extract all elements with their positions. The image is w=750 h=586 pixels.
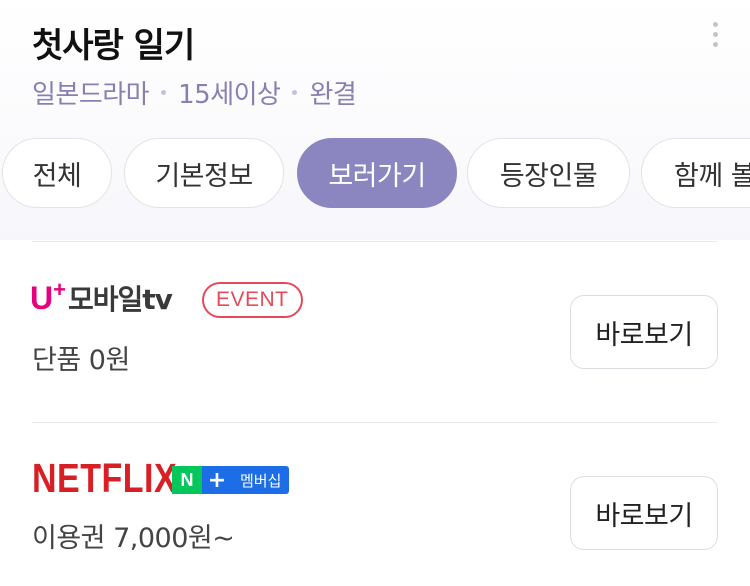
- tab-bar: 전체 기본정보 보러가기 등장인물 함께 볼: [0, 138, 750, 210]
- uplus-logo-name: 모바일tv: [67, 283, 173, 316]
- uplus-logo-letter: U: [30, 280, 54, 316]
- more-options-icon[interactable]: [704, 22, 726, 58]
- divider: [32, 241, 718, 242]
- event-badge: EVENT: [202, 282, 303, 318]
- divider: [32, 422, 718, 423]
- netflix-price: 이용권 7,000원~: [32, 523, 235, 554]
- netflix-watch-button[interactable]: 바로보기: [570, 476, 718, 550]
- naver-plus-membership-badge: N + 멤버십: [172, 466, 290, 494]
- uplus-mobiletv-logo: U + 모바일tv: [30, 277, 173, 318]
- status-label: 완결: [309, 80, 357, 110]
- drama-meta: 일본드라마 15세이상 완결: [32, 74, 357, 111]
- separator-dot: [292, 90, 298, 95]
- tab-watch[interactable]: 보러가기: [297, 138, 457, 208]
- netflix-logo: NETFLIX: [32, 456, 178, 502]
- header: 첫사랑 일기 일본드라마 15세이상 완결 전체 기본정보 보러가기 등장인물 …: [0, 0, 750, 240]
- plus-icon: +: [202, 466, 232, 494]
- uplus-logo-plus: +: [53, 277, 66, 302]
- genre-label: 일본드라마: [32, 80, 150, 110]
- naver-n-icon: N: [172, 466, 202, 494]
- membership-label: 멤버십: [232, 466, 290, 494]
- page-title: 첫사랑 일기: [32, 26, 195, 66]
- separator-dot: [161, 90, 167, 95]
- tab-all[interactable]: 전체: [2, 138, 112, 208]
- tab-cast[interactable]: 등장인물: [467, 138, 630, 208]
- tab-basic-info[interactable]: 기본정보: [124, 138, 284, 208]
- age-rating-label: 15세이상: [178, 80, 281, 110]
- uplus-watch-button[interactable]: 바로보기: [570, 295, 718, 369]
- uplus-price: 단품 0원: [32, 345, 130, 376]
- tab-watch-together[interactable]: 함께 볼: [641, 138, 750, 208]
